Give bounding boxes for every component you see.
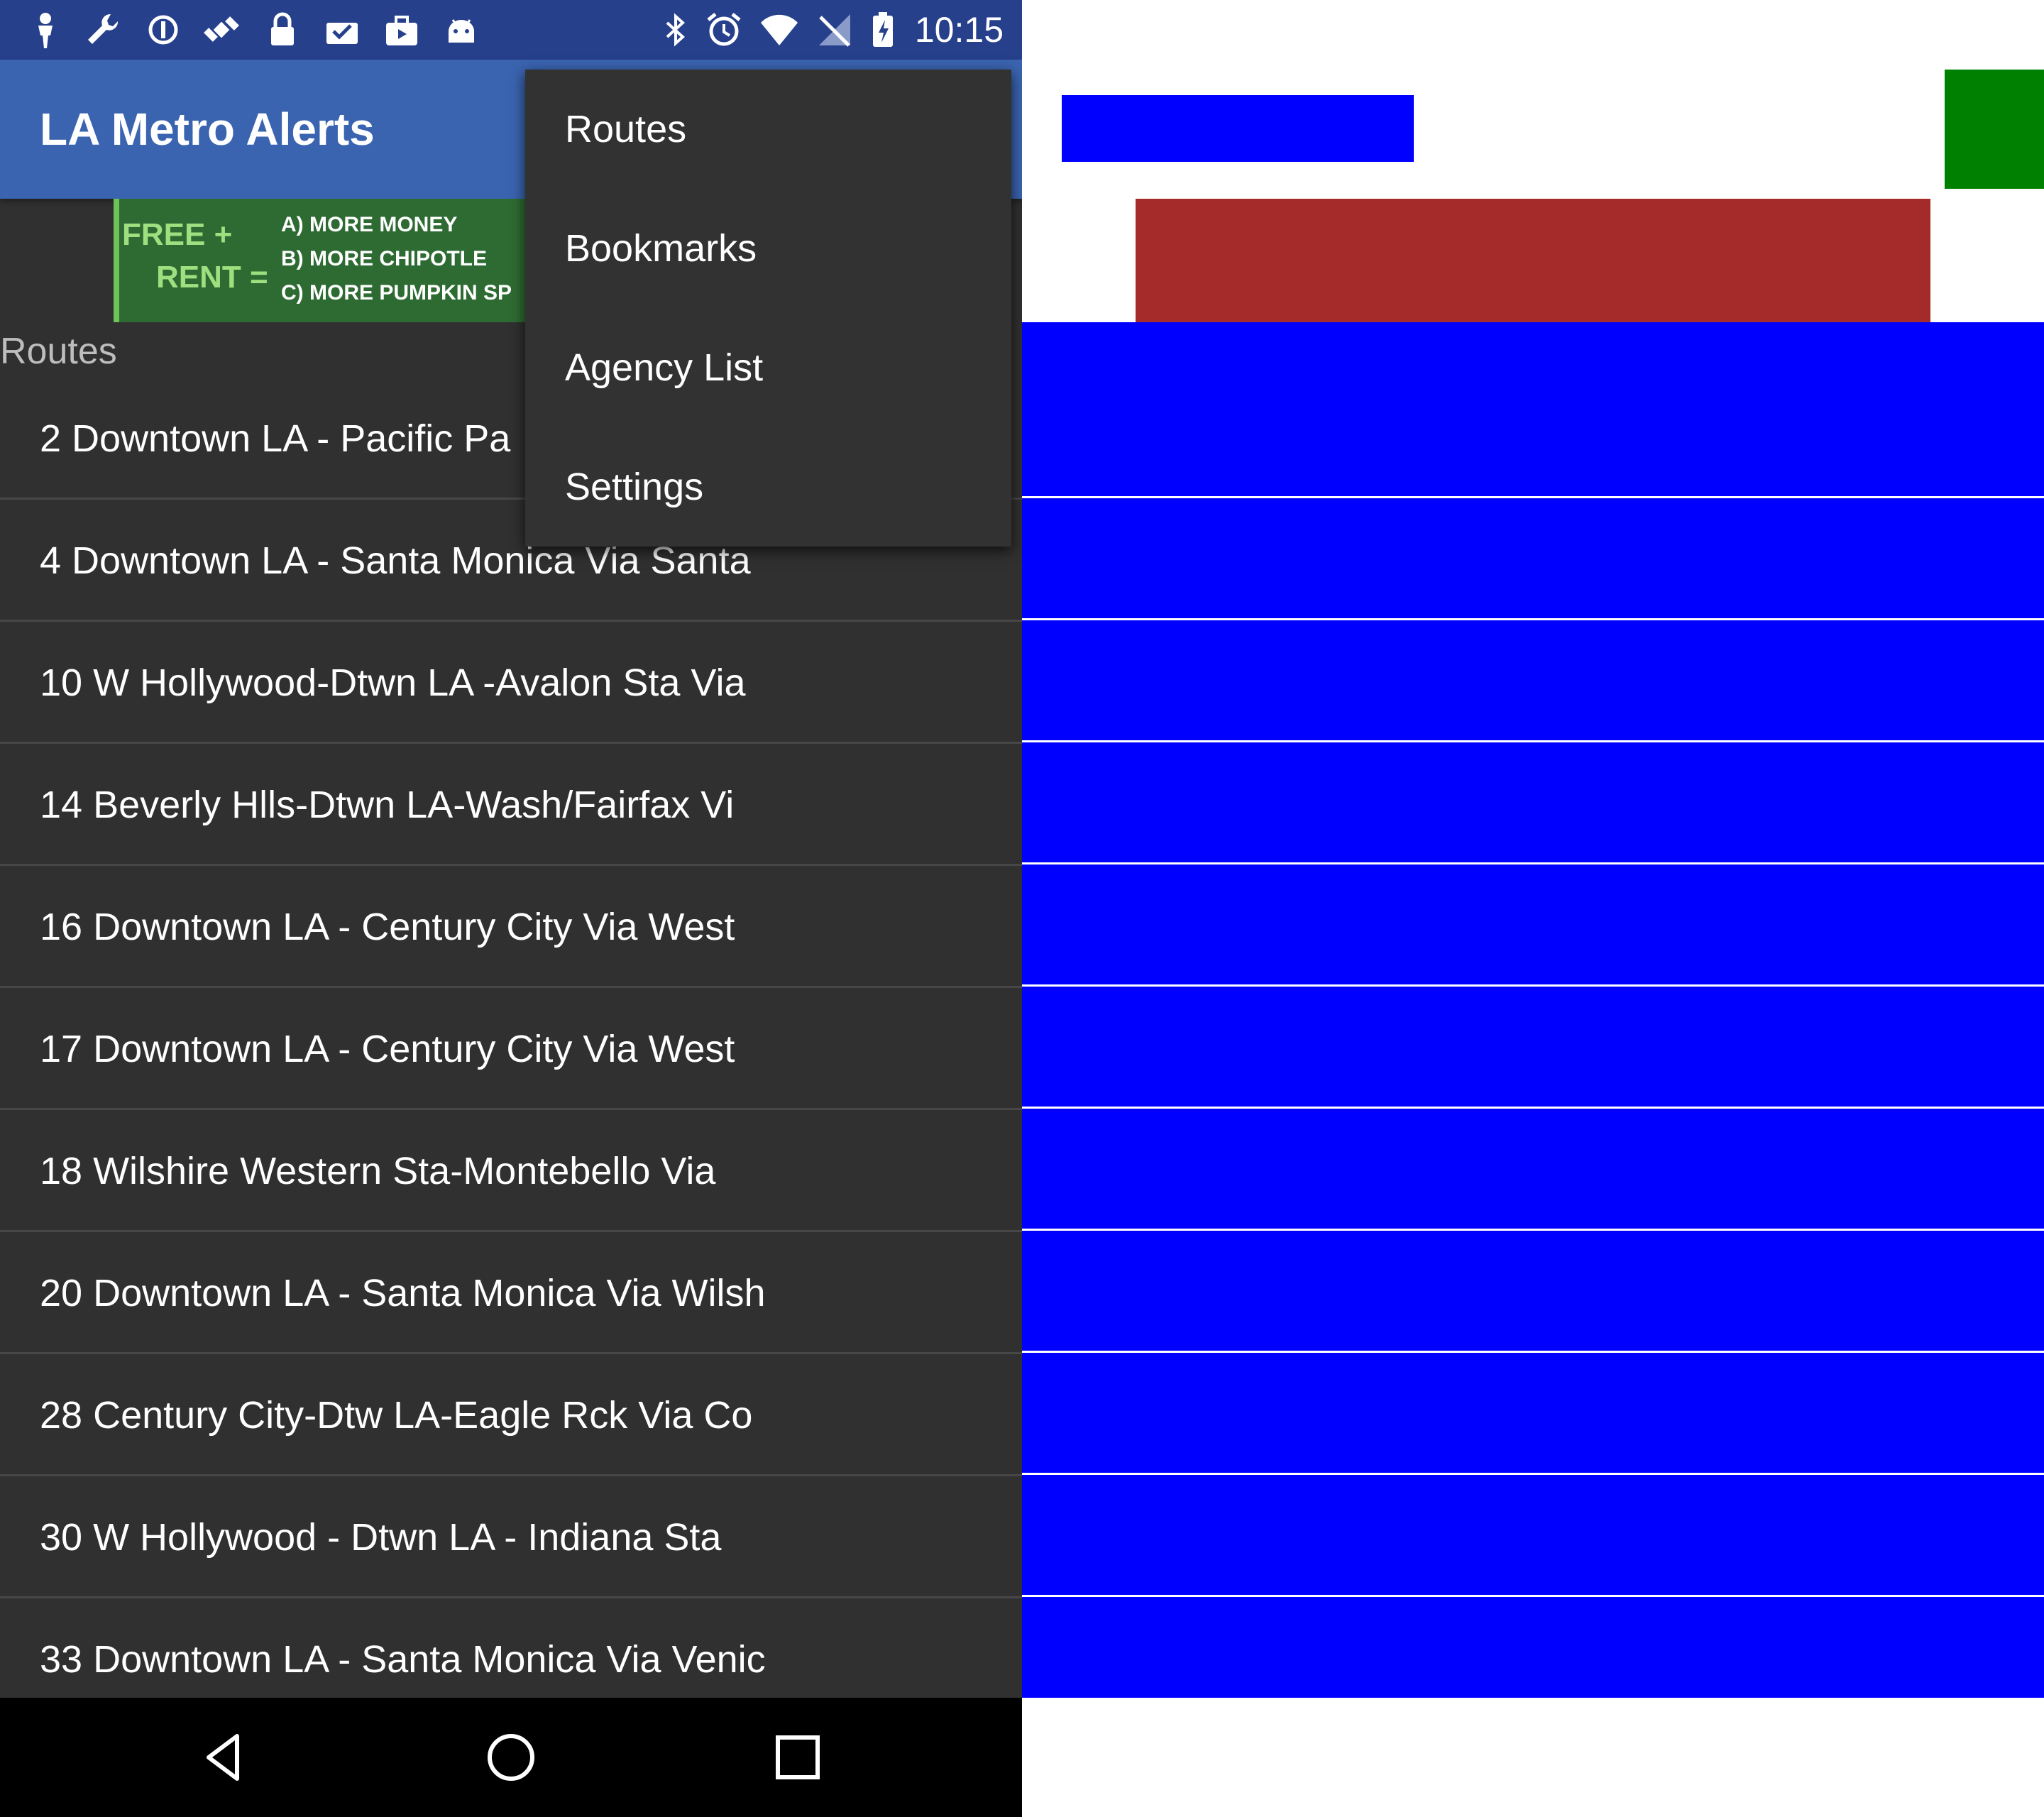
overlay-separator: [1022, 984, 2044, 987]
back-icon[interactable]: [196, 1729, 253, 1786]
route-item[interactable]: 10 W Hollywood-Dtwn LA -Avalon Sta Via: [0, 622, 1022, 744]
overlay-separator: [1022, 618, 2044, 620]
nav-bar: [0, 1698, 1022, 1817]
no-signal-icon: [819, 14, 850, 47]
route-item[interactable]: 30 W Hollywood - Dtwn LA - Indiana Sta: [0, 1476, 1022, 1598]
overlay-block-menu: [1945, 70, 2044, 189]
home-icon[interactable]: [483, 1729, 539, 1786]
lock-icon: [271, 12, 294, 45]
ad-line-b: B) MORE CHIPOTLE: [281, 247, 487, 270]
satellite-icon: [204, 16, 239, 42]
mail-check-icon: [326, 23, 358, 44]
overlay-separator: [1022, 496, 2044, 498]
route-list: 2 Downtown LA - Pacific Pa 4 Downtown LA…: [0, 378, 1022, 1720]
overlay-separator: [1022, 862, 2044, 864]
status-bar: 10:15: [0, 0, 1022, 60]
route-label: 17 Downtown LA - Century City Via West: [40, 1028, 735, 1070]
overlay-separator: [1022, 1107, 2044, 1109]
route-item[interactable]: 28 Century City-Dtw LA-Eagle Rck Via Co: [0, 1354, 1022, 1476]
route-label: 2 Downtown LA - Pacific Pa: [40, 417, 511, 460]
phone-screen: 10:15 LA Metro Alerts FREE + RENT = A) M…: [0, 0, 1022, 1817]
menu-item-agency-list[interactable]: Agency List: [525, 308, 1011, 427]
route-label: 18 Wilshire Western Sta-Montebello Via: [40, 1150, 716, 1192]
route-label: 20 Downtown LA - Santa Monica Via Wilsh: [40, 1272, 766, 1314]
recents-icon[interactable]: [769, 1729, 826, 1786]
route-item[interactable]: 17 Downtown LA - Century City Via West: [0, 988, 1022, 1110]
route-label: 16 Downtown LA - Century City Via West: [40, 906, 735, 948]
ad-free-text: FREE +: [122, 217, 233, 252]
app-title: LA Metro Alerts: [40, 104, 375, 155]
bluetooth-icon: [666, 13, 685, 47]
overlay-separator: [1022, 1351, 2044, 1353]
overflow-menu: Routes Bookmarks Agency List Settings: [525, 70, 1011, 547]
route-item[interactable]: 16 Downtown LA - Century City Via West: [0, 866, 1022, 988]
overlay-panel: [1022, 0, 2044, 1817]
ad-stripe: [114, 199, 119, 322]
battery-charging-icon: [873, 12, 893, 47]
route-label: 28 Century City-Dtw LA-Eagle Rck Via Co: [40, 1394, 753, 1437]
ad-line-c: C) MORE PUMPKIN SP: [281, 281, 512, 304]
menu-item-routes[interactable]: Routes: [525, 70, 1011, 189]
route-label: 14 Beverly Hlls-Dtwn LA-Wash/Fairfax Vi: [40, 784, 735, 826]
wifi-icon: [761, 14, 798, 45]
overlay-block-list: [1022, 322, 2044, 1698]
overlay-separator: [1022, 1473, 2044, 1475]
wrench-icon: [88, 13, 119, 44]
route-item[interactable]: 20 Downtown LA - Santa Monica Via Wilsh: [0, 1232, 1022, 1354]
overlay-block-ad: [1136, 199, 1930, 322]
briefcase-icon: [386, 16, 417, 45]
person-icon: [38, 13, 53, 48]
overlay-block-title: [1062, 95, 1414, 162]
alarm-icon: [707, 13, 741, 46]
android-icon: [449, 19, 474, 43]
data-saver-icon: [148, 15, 178, 45]
route-item[interactable]: 14 Beverly Hlls-Dtwn LA-Wash/Fairfax Vi: [0, 744, 1022, 866]
clock: 10:15: [914, 10, 1004, 50]
route-label: 30 W Hollywood - Dtwn LA - Indiana Sta: [40, 1516, 722, 1559]
ad-rent-text: RENT =: [156, 260, 268, 295]
route-item[interactable]: 18 Wilshire Western Sta-Montebello Via: [0, 1110, 1022, 1232]
section-header: Routes: [0, 331, 117, 372]
menu-item-bookmarks[interactable]: Bookmarks: [525, 189, 1011, 308]
overlay-separator: [1022, 740, 2044, 742]
route-label: 10 W Hollywood-Dtwn LA -Avalon Sta Via: [40, 662, 746, 704]
menu-item-settings[interactable]: Settings: [525, 427, 1011, 547]
overlay-separator: [1022, 1595, 2044, 1597]
ad-line-a: A) MORE MONEY: [281, 213, 458, 236]
overlay-separator: [1022, 1229, 2044, 1231]
